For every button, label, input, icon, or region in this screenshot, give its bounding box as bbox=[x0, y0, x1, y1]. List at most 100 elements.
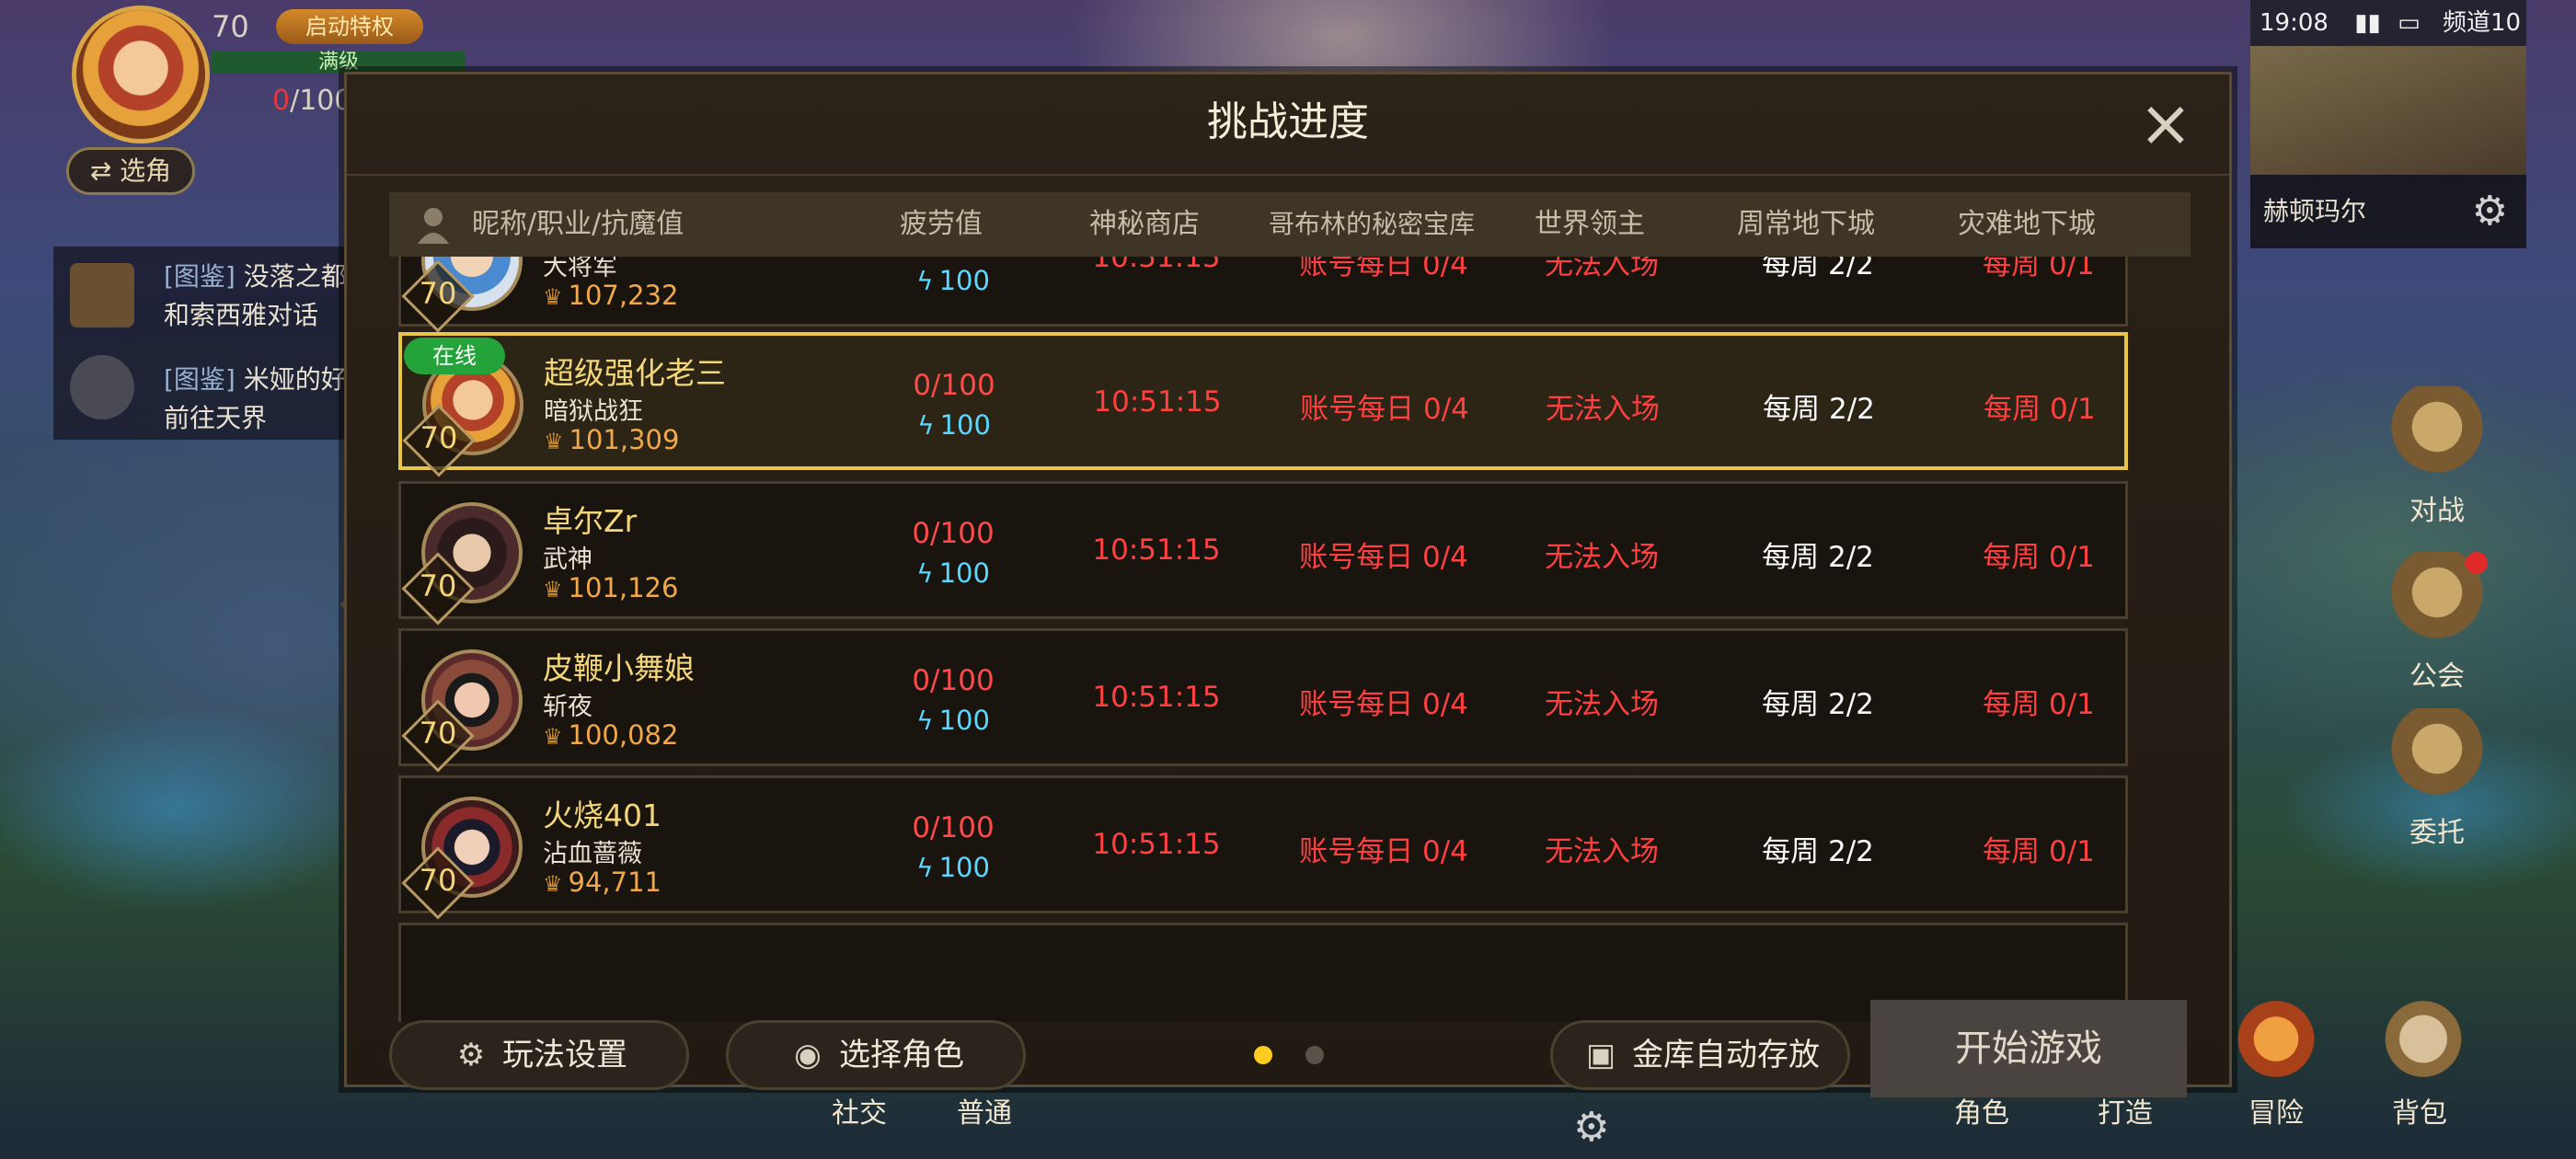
column-header-fatigue: 疲劳值 bbox=[900, 208, 983, 240]
switch-character-button[interactable]: ⇄ 选角 bbox=[66, 147, 195, 195]
bag-icon[interactable] bbox=[2368, 993, 2478, 1095]
character-job: 武神 bbox=[543, 545, 592, 574]
column-header-disaster-dungeon: 灾难地下城 bbox=[1958, 208, 2096, 240]
energy-value: ϟ 100 bbox=[916, 705, 990, 736]
goblin-vault-status: 账号每日 0/4 bbox=[1300, 393, 1469, 426]
character-nickname: 皮鞭小舞娘 bbox=[543, 650, 695, 686]
world-boss-status: 无法入场 bbox=[1545, 835, 1659, 868]
battery-icon: ▭ bbox=[2398, 9, 2421, 37]
chest-icon: ▣ bbox=[1585, 1037, 1616, 1073]
close-icon[interactable]: × bbox=[2133, 91, 2198, 157]
crown-icon: ♛ bbox=[543, 871, 563, 897]
world-boss-status: 无法入场 bbox=[1545, 257, 1659, 281]
dialog-title: 挑战进度 bbox=[347, 75, 2229, 176]
dialog-footer: ⚙ 玩法设置 ◉ 选择角色 ▣ 金库自动存放 开始游戏 bbox=[347, 1000, 2229, 1097]
quest-detail: 和索西雅对话 bbox=[164, 300, 319, 330]
world-boss-status: 无法入场 bbox=[1545, 688, 1659, 721]
level-value: 70 bbox=[419, 568, 457, 603]
mystery-shop-timer: 10:51:15 bbox=[1092, 257, 1221, 274]
fatigue-value: 0/100 bbox=[912, 664, 995, 697]
player-level: 70 bbox=[212, 9, 249, 44]
lightning-icon: ϟ bbox=[916, 706, 934, 736]
max-level-bar: 满级 bbox=[212, 52, 466, 74]
crown-icon: ♛ bbox=[543, 577, 563, 602]
column-header-world-boss: 世界领主 bbox=[1535, 208, 1645, 240]
person-icon bbox=[418, 208, 449, 244]
world-boss-status: 无法入场 bbox=[1545, 541, 1659, 574]
crown-icon: ♛ bbox=[544, 429, 564, 454]
page-dot-active[interactable] bbox=[1254, 1046, 1272, 1064]
goblin-vault-status: 账号每日 0/4 bbox=[1299, 541, 1468, 574]
character-nickname: 超级强化老三 bbox=[544, 355, 726, 391]
board-icon bbox=[2382, 708, 2492, 809]
quest-tracker[interactable]: [图鉴] 没落之都 和索西雅对话 [图鉴] 米娅的好 前往天界 bbox=[53, 247, 357, 440]
commission-button[interactable]: 委托 bbox=[2368, 708, 2506, 850]
nav-bag[interactable]: 背包 bbox=[2392, 1090, 2447, 1130]
nav-adventure[interactable]: 冒险 bbox=[2248, 1090, 2304, 1130]
lightning-icon: ϟ bbox=[917, 410, 935, 441]
privilege-badge[interactable]: 启动特权 bbox=[276, 9, 423, 44]
quest-detail: 前往天界 bbox=[164, 403, 268, 433]
character-row[interactable]: 70 卓尔Zr 武神 ♛ 101,126 0/100 ϟ 100 10:51:15 … bbox=[398, 481, 2128, 625]
select-character-button[interactable]: ◉ 选择角色 bbox=[726, 1020, 1026, 1090]
people-icon bbox=[70, 355, 134, 419]
signal-icon: ▮▮ bbox=[2354, 9, 2381, 37]
vault-auto-store-button[interactable]: ▣ 金库自动存放 bbox=[1550, 1020, 1850, 1090]
nav-normal[interactable]: 普通 bbox=[957, 1090, 1012, 1130]
goblin-vault-status: 账号每日 0/4 bbox=[1299, 688, 1468, 721]
quest-line: [图鉴] 米娅的好 bbox=[164, 364, 347, 395]
character-row[interactable] bbox=[398, 923, 2128, 1022]
energy-value: ϟ 100 bbox=[916, 265, 990, 296]
disaster-dungeon-status: 每周 0/1 bbox=[1983, 541, 2095, 574]
gear-icon: ⚙ bbox=[456, 1037, 486, 1073]
character-row[interactable]: 70 火烧401 沾血蔷薇 ♛ 94,711 0/100 ϟ 100 10:51:1… bbox=[398, 775, 2128, 920]
scroll-icon bbox=[70, 263, 134, 327]
level-value: 70 bbox=[419, 276, 457, 311]
gear-icon[interactable]: ⚙ bbox=[1573, 1104, 1609, 1151]
energy-value: ϟ 100 bbox=[916, 557, 990, 589]
level-value: 70 bbox=[420, 420, 458, 455]
mystery-shop-timer: 10:51:15 bbox=[1093, 385, 1222, 419]
weekly-dungeon-status: 每周 2/2 bbox=[1762, 835, 1874, 868]
lightning-icon: ϟ bbox=[916, 853, 934, 883]
crown-icon: ♛ bbox=[543, 284, 563, 310]
character-row[interactable]: 70 大将军 ♛ 107,232 ϟ 100 10:51:15 账号每日 0/4 无… bbox=[398, 257, 2128, 333]
character-nickname: 火烧401 bbox=[543, 798, 661, 833]
column-header-goblin-vault: 哥布林的秘密宝库 bbox=[1268, 209, 1475, 239]
start-game-button[interactable]: 开始游戏 bbox=[1870, 1000, 2187, 1097]
character-job: 斩夜 bbox=[543, 693, 592, 721]
nav-social[interactable]: 社交 bbox=[832, 1090, 887, 1130]
online-badge: 在线 bbox=[404, 338, 505, 374]
crown-icon: ♛ bbox=[543, 724, 563, 750]
page-dot[interactable] bbox=[1305, 1046, 1324, 1064]
character-row-selected[interactable]: 在线 70 超级强化老三 暗狱战狂 ♛ 101,309 0/100 ϟ 100 10… bbox=[398, 332, 2128, 477]
fatigue-value: 0/100 bbox=[912, 811, 995, 844]
gameplay-settings-button[interactable]: ⚙ 玩法设置 bbox=[389, 1020, 689, 1090]
weekly-dungeon-status: 每周 2/2 bbox=[1763, 393, 1875, 426]
column-header-weekly-dungeon: 周常地下城 bbox=[1737, 208, 1875, 240]
character-power: ♛ 100,082 bbox=[543, 719, 679, 751]
disaster-dungeon-status: 每周 0/1 bbox=[1984, 393, 2096, 426]
adventure-icon[interactable] bbox=[2221, 993, 2331, 1095]
character-power: ♛ 101,309 bbox=[544, 424, 680, 455]
battle-button[interactable]: 对战 bbox=[2368, 386, 2506, 528]
hp-readout: 0/100 bbox=[272, 85, 352, 117]
character-list[interactable]: 70 大将军 ♛ 107,232 ϟ 100 10:51:15 账号每日 0/4 无… bbox=[389, 257, 2191, 1022]
column-header-mystery-shop: 神秘商店 bbox=[1089, 208, 1200, 240]
energy-value: ϟ 100 bbox=[916, 852, 990, 883]
fatigue-value: 0/100 bbox=[912, 517, 995, 550]
character-power: ♛ 101,126 bbox=[543, 572, 679, 603]
character-job: 沾血蔷薇 bbox=[543, 840, 642, 868]
weekly-dungeon-status: 每周 2/2 bbox=[1762, 257, 1874, 281]
guild-button[interactable]: 公会 bbox=[2368, 552, 2506, 694]
lightning-icon: ϟ bbox=[916, 266, 934, 296]
crossed-swords-icon bbox=[2382, 386, 2492, 488]
character-row[interactable]: 70 皮鞭小舞娘 斩夜 ♛ 100,082 0/100 ϟ 100 10:51:15… bbox=[398, 628, 2128, 773]
table-header: 昵称/职业/抗魔值 疲劳值 神秘商店 哥布林的秘密宝库 世界领主 周常地下城 灾… bbox=[389, 192, 2191, 257]
player-avatar[interactable] bbox=[72, 6, 210, 143]
mystery-shop-timer: 10:51:15 bbox=[1092, 828, 1221, 861]
clock: 19:08 bbox=[2260, 9, 2329, 37]
minimap[interactable] bbox=[2250, 46, 2526, 175]
gear-icon[interactable]: ⚙ bbox=[2472, 175, 2508, 248]
disaster-dungeon-status: 每周 0/1 bbox=[1983, 688, 2095, 721]
